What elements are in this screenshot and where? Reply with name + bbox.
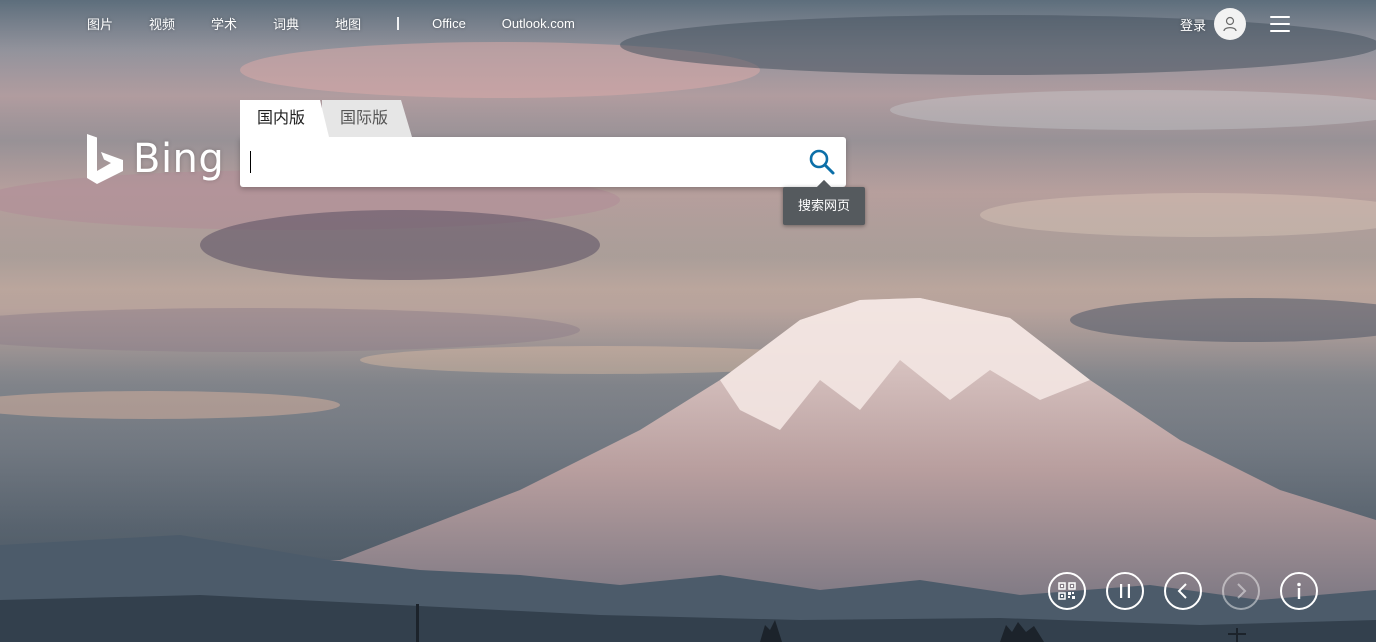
user-icon[interactable] xyxy=(1214,8,1246,40)
nav-link-images[interactable]: 图片 xyxy=(87,14,113,33)
bing-logo[interactable]: Bing xyxy=(87,134,224,184)
menu-line xyxy=(1270,30,1290,32)
text-caret xyxy=(250,151,251,173)
qr-code-icon[interactable] xyxy=(1048,572,1086,610)
info-glyph xyxy=(1297,582,1301,599)
nav-link-maps[interactable]: 地图 xyxy=(335,14,361,33)
tab-international[interactable]: 国际版 xyxy=(322,100,412,137)
user-icon-glyph xyxy=(1223,16,1237,32)
chevron-left-glyph xyxy=(1177,583,1187,599)
nav-link-videos[interactable]: 视频 xyxy=(149,14,175,33)
login-link[interactable]: 登录 xyxy=(1180,15,1206,34)
pause-icon[interactable] xyxy=(1106,572,1144,610)
nav-link-outlook[interactable]: Outlook.com xyxy=(502,16,575,31)
chevron-right-glyph xyxy=(1237,583,1247,599)
info-icon[interactable] xyxy=(1280,572,1318,610)
search-tabs: 国内版 国际版 xyxy=(240,100,846,137)
nav-link-office[interactable]: Office xyxy=(432,16,466,31)
search-icon-glyph xyxy=(809,149,835,175)
menu-line xyxy=(1270,16,1290,18)
search-input[interactable] xyxy=(250,137,794,189)
search-box xyxy=(240,137,846,189)
logo-text: Bing xyxy=(133,136,225,182)
search-area: 国内版 国际版 xyxy=(240,100,846,189)
hamburger-menu-icon[interactable] xyxy=(1270,16,1290,32)
tooltip-text: 搜索网页 xyxy=(797,198,850,213)
pause-glyph xyxy=(1120,584,1130,598)
tab-domestic[interactable]: 国内版 xyxy=(240,100,329,137)
chevron-left-icon[interactable] xyxy=(1164,572,1202,610)
nav-divider xyxy=(397,16,400,30)
nav-link-academic[interactable]: 学术 xyxy=(211,14,237,33)
search-tooltip: 搜索网页 xyxy=(783,179,865,225)
search-icon[interactable] xyxy=(808,148,836,176)
top-nav: 图片 视频 学术 词典 地图 Office Outlook.com xyxy=(87,14,611,32)
homepage: 图片 视频 学术 词典 地图 Office Outlook.com 登录 Bin… xyxy=(0,0,1376,642)
image-controls xyxy=(1028,572,1318,610)
nav-link-dictionary[interactable]: 词典 xyxy=(273,14,299,33)
account-area: 登录 xyxy=(1180,8,1290,40)
chevron-right-icon[interactable] xyxy=(1222,572,1260,610)
bing-b-icon xyxy=(87,134,123,184)
background-image xyxy=(0,0,1376,642)
menu-line xyxy=(1270,23,1290,25)
qr-code-glyph xyxy=(1058,582,1076,600)
